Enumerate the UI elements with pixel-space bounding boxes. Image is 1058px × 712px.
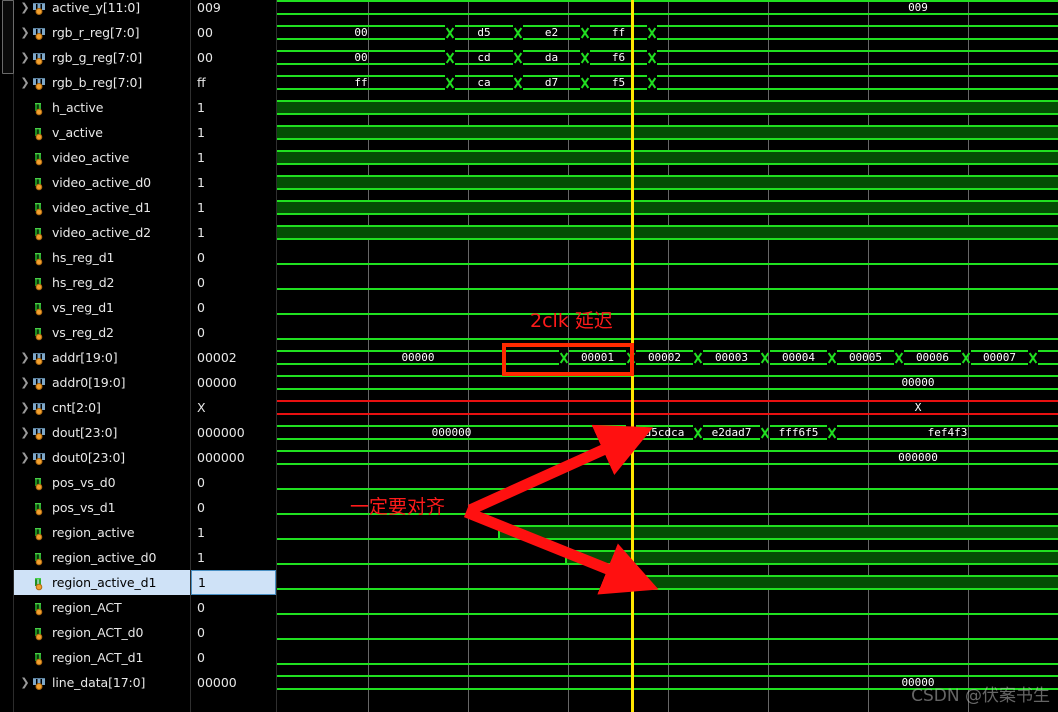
annotation-text: 2clk 延迟 [530,310,613,332]
annotation-arrows [463,424,659,595]
annotation-text: 一定要对齐 [350,496,446,518]
waveform-viewer-window: ❯ active_y[11:0] ❯ rgb_r_reg[7:0] ❯ rgb_g_reg… [0,0,1058,712]
watermark: CSDN @伏案书生 [911,686,1050,706]
